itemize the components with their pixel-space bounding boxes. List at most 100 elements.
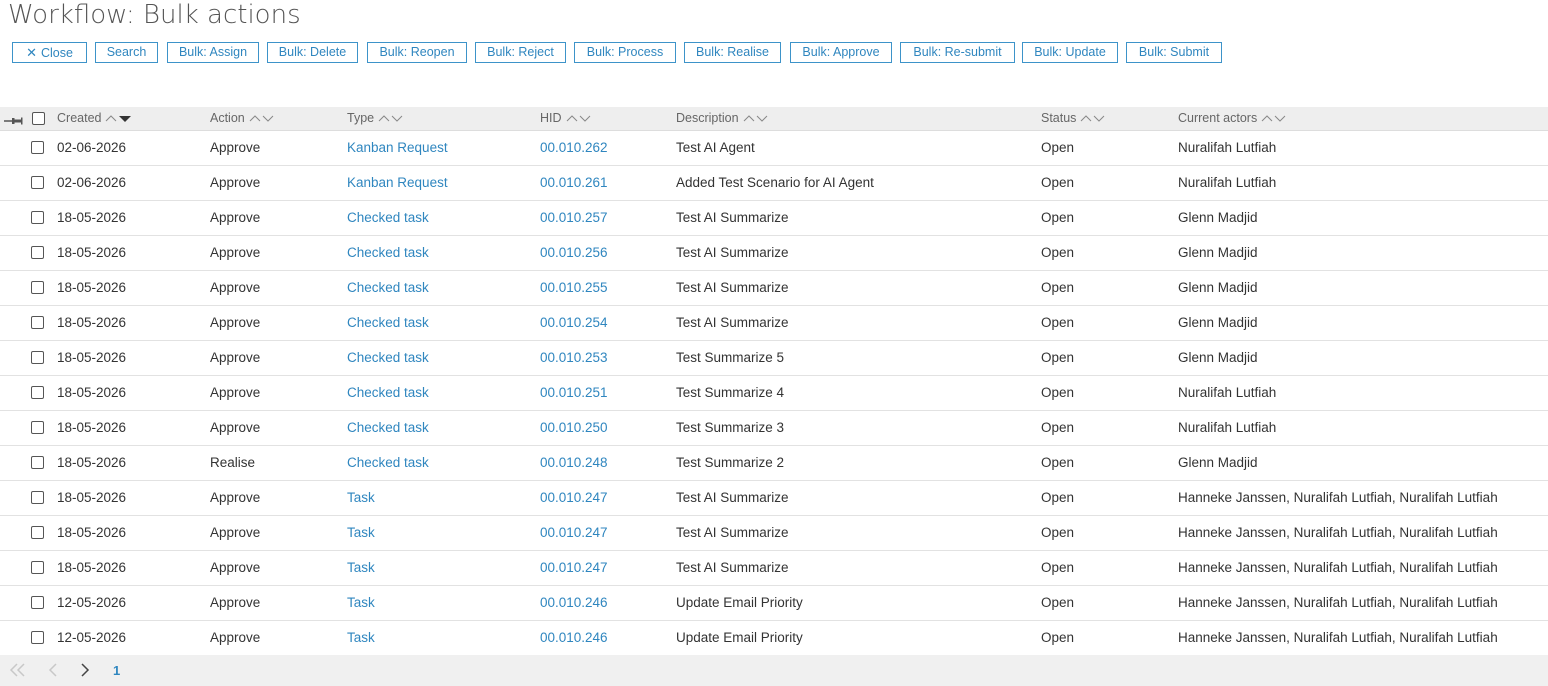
sort-icon[interactable] [378,111,404,127]
cell-type[interactable]: Checked task [347,384,429,401]
table-row[interactable]: 12-05-2026 Approve Task 00.010.246 Update Em… [0,586,1548,621]
bulk-assign-button[interactable]: Bulk: Assign [167,42,259,63]
cell-hid[interactable]: 00.010.262 [540,139,608,156]
cell-hid[interactable]: 00.010.248 [540,454,608,471]
row-checkbox[interactable] [31,316,44,329]
cell-hid[interactable]: 00.010.254 [540,314,608,331]
cell-status: Open [1041,140,1075,155]
table-row[interactable]: 18-05-2026 Approve Checked task 00.010.256 T… [0,236,1548,271]
cell-hid[interactable]: 00.010.250 [540,419,608,436]
table-row[interactable]: 18-05-2026 Approve Checked task 00.010.254 T… [0,306,1548,341]
cell-type[interactable]: Checked task [347,349,429,366]
cell-hid[interactable]: 00.010.257 [540,209,608,226]
table-row[interactable]: 18-05-2026 Approve Task 00.010.247 Test AI S… [0,481,1548,516]
cell-hid[interactable]: 00.010.246 [540,594,608,611]
cell-hid[interactable]: 00.010.247 [540,524,608,541]
cell-status: Open [1041,630,1075,645]
cell-hid[interactable]: 00.010.256 [540,244,608,261]
row-checkbox[interactable] [31,421,44,434]
cell-type[interactable]: Checked task [347,209,429,226]
cell-type[interactable]: Checked task [347,454,429,471]
cell-status: Open [1041,175,1075,190]
table-row[interactable]: 18-05-2026 Approve Checked task 00.010.251 T… [0,376,1548,411]
cell-type[interactable]: Task [347,489,375,506]
pin-icon[interactable] [4,113,24,131]
cell-type[interactable]: Checked task [347,279,429,296]
search-button[interactable]: Search [95,42,158,63]
row-checkbox[interactable] [31,491,44,504]
cell-hid[interactable]: 00.010.247 [540,559,608,576]
sort-icon[interactable] [1080,111,1106,127]
bulk-resubmit-button[interactable]: Bulk: Re-submit [900,42,1015,63]
bulk-approve-button[interactable]: Bulk: Approve [790,42,892,63]
cell-status: Open [1041,315,1075,330]
bulk-submit-button[interactable]: Bulk: Submit [1126,42,1222,63]
bulk-process-button[interactable]: Bulk: Process [574,42,676,63]
bulk-delete-button[interactable]: Bulk: Delete [267,42,358,63]
column-header-action[interactable]: Action [210,110,275,127]
cell-type[interactable]: Checked task [347,244,429,261]
close-button[interactable]: ✕ Close [12,42,87,63]
cell-current-actors: Glenn Madjid [1178,350,1258,365]
cell-type[interactable]: Checked task [347,419,429,436]
column-header-created[interactable]: Created [57,110,132,127]
column-header-type[interactable]: Type [347,110,404,127]
table-row[interactable]: 18-05-2026 Approve Checked task 00.010.250 T… [0,411,1548,446]
table-row[interactable]: 02-06-2026 Approve Kanban Request 00.010.26… [0,131,1548,166]
row-checkbox[interactable] [31,596,44,609]
row-checkbox[interactable] [31,141,44,154]
bulk-reopen-button[interactable]: Bulk: Reopen [367,42,467,63]
row-checkbox[interactable] [31,456,44,469]
cell-type[interactable]: Task [347,559,375,576]
cell-status: Open [1041,560,1075,575]
column-header-description[interactable]: Description [676,110,769,127]
row-checkbox[interactable] [31,386,44,399]
cell-hid[interactable]: 00.010.246 [540,629,608,646]
bulk-update-button[interactable]: Bulk: Update [1022,42,1118,63]
cell-type[interactable]: Task [347,629,375,646]
column-header-status[interactable]: Status [1041,110,1106,127]
row-checkbox[interactable] [31,211,44,224]
cell-type[interactable]: Checked task [347,314,429,331]
bulk-reject-button[interactable]: Bulk: Reject [475,42,566,63]
column-header-current-actors[interactable]: Current actors [1178,110,1287,127]
table-row[interactable]: 18-05-2026 Approve Task 00.010.247 Test AI S… [0,551,1548,586]
cell-type[interactable]: Kanban Request [347,174,448,191]
previous-page-icon[interactable] [47,662,59,683]
cell-action: Approve [210,210,261,225]
table-row[interactable]: 18-05-2026 Approve Checked task 00.010.255 T… [0,271,1548,306]
table-row[interactable]: 02-06-2026 Approve Kanban Request 00.010.26… [0,166,1548,201]
table-row[interactable]: 18-05-2026 Approve Checked task 00.010.257 T… [0,201,1548,236]
cell-type[interactable]: Kanban Request [347,139,448,156]
row-checkbox[interactable] [31,246,44,259]
table-row[interactable]: 18-05-2026 Approve Checked task 00.010.253 T… [0,341,1548,376]
select-all-checkbox[interactable] [32,112,45,125]
sort-icon[interactable] [1261,111,1287,127]
page-number[interactable]: 1 [113,663,120,678]
row-checkbox[interactable] [31,631,44,644]
sort-descending-icon[interactable] [105,111,132,127]
cell-hid[interactable]: 00.010.253 [540,349,608,366]
sort-icon[interactable] [249,111,275,127]
cell-action: Approve [210,420,261,435]
table-row[interactable]: 18-05-2026 Approve Task 00.010.247 Test AI S… [0,516,1548,551]
cell-hid[interactable]: 00.010.251 [540,384,608,401]
row-checkbox[interactable] [31,176,44,189]
cell-hid[interactable]: 00.010.247 [540,489,608,506]
table-row[interactable]: 12-05-2026 Approve Task 00.010.246 Update Em… [0,621,1548,656]
first-page-icon[interactable] [9,662,27,683]
row-checkbox[interactable] [31,281,44,294]
cell-hid[interactable]: 00.010.261 [540,174,608,191]
cell-type[interactable]: Task [347,524,375,541]
table-row[interactable]: 18-05-2026 Realise Checked task 00.010.248 T… [0,446,1548,481]
sort-icon[interactable] [743,111,769,127]
row-checkbox[interactable] [31,561,44,574]
bulk-realise-button[interactable]: Bulk: Realise [684,42,781,63]
column-header-hid[interactable]: HID [540,110,592,127]
row-checkbox[interactable] [31,526,44,539]
row-checkbox[interactable] [31,351,44,364]
sort-icon[interactable] [566,111,592,127]
cell-hid[interactable]: 00.010.255 [540,279,608,296]
next-page-icon[interactable] [79,662,91,683]
cell-type[interactable]: Task [347,594,375,611]
